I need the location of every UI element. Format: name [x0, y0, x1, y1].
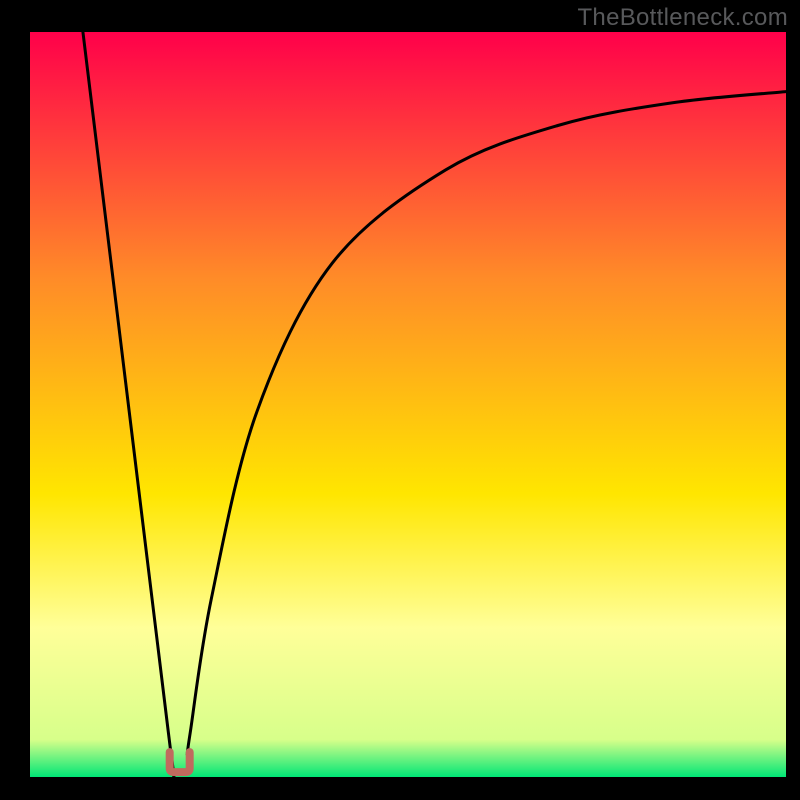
chart-plot	[0, 0, 800, 800]
attribution-label: TheBottleneck.com	[577, 4, 788, 32]
plot-background	[30, 32, 786, 777]
chart-frame: TheBottleneck.com	[0, 0, 800, 800]
